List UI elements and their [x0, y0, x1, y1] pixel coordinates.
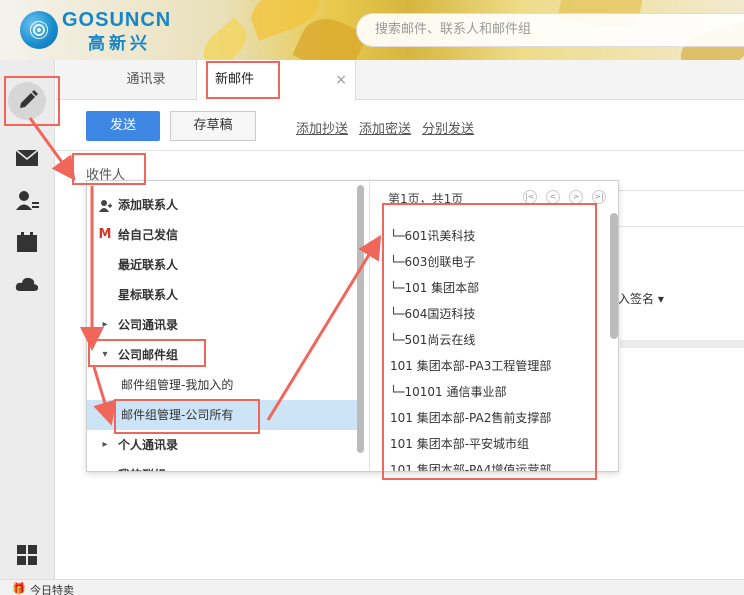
close-icon[interactable]: ×	[335, 60, 347, 100]
tab-new-mail-label: 新邮件	[215, 72, 255, 87]
group-item[interactable]: └─101 集团本部	[390, 279, 479, 296]
group-item[interactable]: └─601讯美科技	[390, 227, 475, 244]
group-item[interactable]: 101 集团本部-PA4增值运营部	[390, 461, 551, 471]
group-item[interactable]: 101 集团本部-PA2售前支撑部	[390, 409, 551, 426]
picker-item-label: 给自己发信	[118, 228, 179, 242]
tab-bar: 通讯录 新邮件 ×	[56, 60, 744, 101]
picker-item-label: 个人通讯录	[118, 438, 179, 452]
contact-icon[interactable]	[14, 189, 40, 211]
picker-item-label: 我的群组	[118, 460, 166, 471]
picker-company-mail-groups[interactable]: ▾ 公司邮件组	[87, 340, 357, 370]
group-item[interactable]: 101 集团本部-平安城市组	[390, 435, 529, 452]
add-bcc-link[interactable]: 添加密送	[359, 118, 411, 137]
cloud-icon[interactable]	[14, 273, 40, 295]
calendar-icon[interactable]	[14, 231, 40, 253]
group-item[interactable]: 101 集团本部-PA3工程管理部	[390, 357, 551, 374]
prev-page-button[interactable]: <	[546, 190, 560, 204]
tab-contacts-label: 通讯录	[126, 72, 166, 87]
picker-group-company[interactable]: 邮件组管理-公司所有	[87, 400, 357, 430]
pencil-icon	[20, 90, 38, 108]
last-page-button[interactable]: >|	[592, 190, 606, 204]
group-item[interactable]: └─604国迈科技	[390, 305, 475, 322]
compose-button[interactable]	[8, 82, 46, 120]
logo-text-cn: 高新兴	[88, 34, 151, 54]
expand-right-icon[interactable]: ▸	[97, 310, 113, 340]
mail-icon[interactable]	[14, 147, 40, 169]
picker-starred-contacts[interactable]: 星标联系人	[87, 280, 357, 310]
picker-item-label: 星标联系人	[118, 288, 179, 302]
picker-my-groups[interactable]: 我的群组	[87, 460, 357, 471]
send-button[interactable]: 发送	[86, 111, 160, 141]
daily-deal-link[interactable]: 今日特卖	[30, 582, 74, 595]
picker-add-contact[interactable]: 添加联系人	[87, 190, 357, 220]
group-item[interactable]: └─10101 通信事业部	[390, 383, 506, 400]
contact-picker-popup: 添加联系人 M 给自己发信 最近联系人 星标联系人 ▸ 公司通讯录 ▾ 公司邮件…	[86, 180, 619, 472]
pager-text: 第1页，共1页	[388, 192, 464, 206]
expand-right-icon[interactable]: ▸	[97, 430, 113, 460]
picker-item-label: 公司邮件组	[118, 348, 179, 362]
right-scrollbar[interactable]	[610, 213, 618, 339]
gmail-m-icon: M	[98, 227, 112, 242]
picker-item-label: 公司通讯录	[118, 318, 179, 332]
apps-grid-icon[interactable]	[14, 544, 40, 566]
picker-item-label: 添加联系人	[118, 198, 179, 212]
header-banner: GOSUNCN 高新兴 搜索邮件、联系人和邮件组	[0, 0, 744, 60]
picker-right-panel: 第1页，共1页 |< < > >| └─601讯美科技 └─603创联电子 └─…	[369, 181, 618, 471]
add-contact-icon	[97, 190, 113, 220]
group-item[interactable]: └─603创联电子	[390, 253, 475, 270]
gosuncn-logo[interactable]: GOSUNCN 高新兴	[20, 9, 180, 54]
picker-company-directory[interactable]: ▸ 公司通讯录	[87, 310, 357, 340]
tab-new-mail[interactable]: 新邮件 ×	[196, 60, 356, 101]
group-item[interactable]: └─501尚云在线	[390, 331, 475, 348]
add-cc-link[interactable]: 添加抄送	[296, 118, 348, 137]
picker-personal-directory[interactable]: ▸ 个人通讯录	[87, 430, 357, 460]
tab-contacts[interactable]: 通讯录	[86, 60, 206, 100]
search-input[interactable]: 搜索邮件、联系人和邮件组	[356, 13, 744, 47]
first-page-button[interactable]: |<	[523, 190, 537, 204]
status-bar: 🎁 今日特卖	[0, 579, 744, 595]
logo-mark-icon	[20, 11, 58, 49]
picker-recent-contacts[interactable]: 最近联系人	[87, 250, 357, 280]
separate-send-link[interactable]: 分别发送	[422, 118, 474, 137]
background-leaf	[196, 17, 254, 60]
next-page-button[interactable]: >	[569, 190, 583, 204]
divider	[56, 150, 744, 151]
picker-left-panel: 添加联系人 M 给自己发信 最近联系人 星标联系人 ▸ 公司通讯录 ▾ 公司邮件…	[87, 181, 369, 471]
left-scrollbar[interactable]	[357, 185, 364, 453]
picker-group-joined[interactable]: 邮件组管理-我加入的	[87, 370, 357, 400]
expand-down-icon[interactable]: ▾	[97, 340, 113, 370]
picker-mail-self[interactable]: M 给自己发信	[87, 220, 357, 250]
left-rail	[0, 60, 55, 580]
insert-signature-button[interactable]: 入签名 ▾	[618, 290, 664, 307]
save-draft-button[interactable]: 存草稿	[170, 111, 256, 141]
editor-toolbar-strip	[620, 340, 744, 348]
gift-icon: 🎁	[12, 582, 26, 595]
picker-item-label: 最近联系人	[118, 258, 179, 272]
